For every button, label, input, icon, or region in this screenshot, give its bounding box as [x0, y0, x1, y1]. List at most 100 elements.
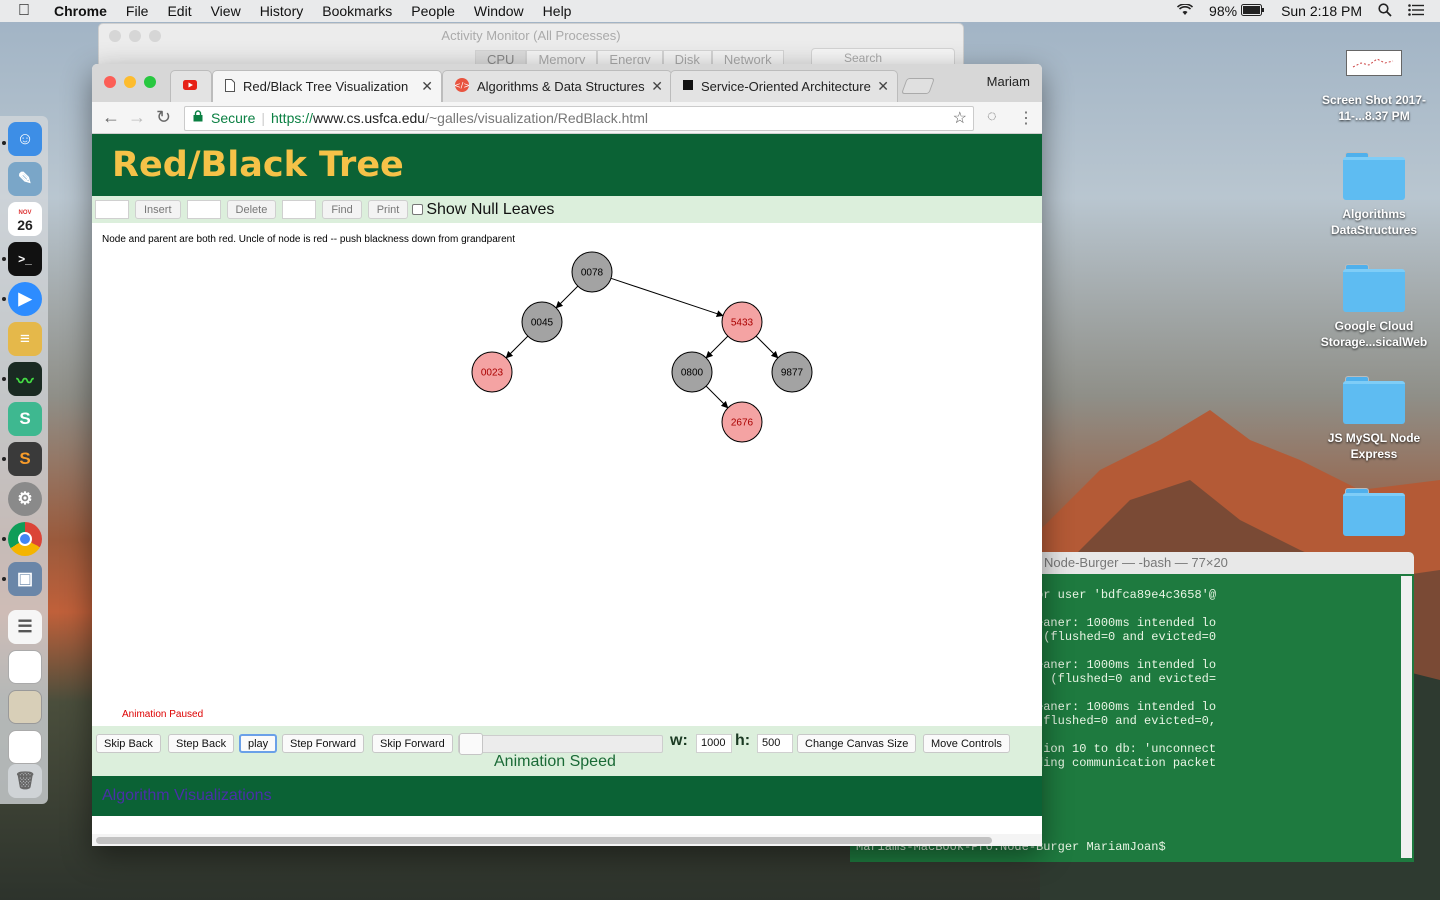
- tab-youtube[interactable]: [170, 70, 212, 102]
- scrollbar-thumb[interactable]: [96, 837, 992, 844]
- slack-icon[interactable]: S: [8, 402, 42, 436]
- tree-edge: [505, 335, 529, 359]
- canvas-height-input[interactable]: 500: [757, 734, 793, 753]
- desktop-item-screenshot[interactable]: Screen Shot 2017-11-...8.37 PM: [1315, 50, 1433, 124]
- back-arrow-icon[interactable]: ←: [102, 107, 120, 128]
- find-button[interactable]: Find: [322, 200, 362, 219]
- print-button[interactable]: Print: [367, 200, 409, 219]
- desktop-item-folder[interactable]: [1315, 488, 1433, 542]
- menu-people[interactable]: People: [411, 3, 455, 19]
- desktop-item-folder-google-cloud[interactable]: Google Cloud Storage...sicalWeb: [1315, 264, 1433, 350]
- change-canvas-size-button[interactable]: Change Canvas Size: [797, 734, 917, 753]
- document-icon[interactable]: ☰: [8, 610, 42, 644]
- dock-running-indicator: [2, 457, 6, 461]
- new-tab-button[interactable]: [901, 78, 935, 94]
- desktop-item-folder-js-mysql[interactable]: JS MySQL Node Express: [1315, 376, 1433, 462]
- horizontal-scrollbar[interactable]: [92, 834, 1042, 846]
- activity-monitor-icon[interactable]: 〰: [8, 362, 42, 396]
- reload-icon[interactable]: ↻: [156, 107, 171, 128]
- dock: ☺ ✎ NOV 26 >_ ▶ ≡ 〰 S S ⚙ ▣ ☰ 🗑: [0, 116, 48, 804]
- screenshot-thumb-icon[interactable]: [8, 650, 42, 684]
- close-window-button[interactable]: [104, 76, 116, 88]
- notification-center-icon[interactable]: [1408, 3, 1424, 19]
- zoom-window-button[interactable]: [144, 76, 156, 88]
- trash-icon[interactable]: 🗑: [8, 764, 42, 798]
- forward-arrow-icon[interactable]: →: [128, 107, 146, 128]
- animation-speed-slider[interactable]: [458, 733, 663, 755]
- delete-input[interactable]: [186, 200, 221, 219]
- show-null-leaves-checkbox[interactable]: [412, 204, 424, 215]
- spotlight-search-icon[interactable]: [1378, 2, 1392, 20]
- menu-view[interactable]: View: [211, 3, 241, 19]
- insert-button[interactable]: Insert: [135, 200, 181, 219]
- menu-app-name[interactable]: Chrome: [54, 3, 107, 19]
- find-input[interactable]: [282, 200, 317, 219]
- tree-node-5433: 5433: [721, 301, 763, 343]
- move-controls-button[interactable]: Move Controls: [923, 734, 1010, 753]
- step-forward-button[interactable]: Step Forward: [282, 734, 365, 753]
- clock[interactable]: Sun 2:18 PM: [1281, 3, 1362, 19]
- folder-icon: [1343, 152, 1405, 200]
- tab-algorithms[interactable]: </> Algorithms & Data Structures ✕: [442, 70, 672, 102]
- close-icon[interactable]: ✕: [877, 78, 889, 95]
- step-back-button[interactable]: Step Back: [168, 734, 235, 753]
- address-bar[interactable]: Secure | https:// www.cs.usfca.edu /~gal…: [184, 106, 974, 131]
- menu-history[interactable]: History: [260, 3, 304, 19]
- apple-menu-icon[interactable]: : [18, 2, 40, 20]
- canvas-width-input[interactable]: 1000: [696, 734, 732, 753]
- sublime-text-icon[interactable]: S: [8, 442, 42, 476]
- zoom-icon[interactable]: ▶: [8, 282, 42, 316]
- menu-window[interactable]: Window: [474, 3, 524, 19]
- bookmark-star-icon[interactable]: ☆: [953, 107, 967, 130]
- visualization-canvas[interactable]: Node and parent are both red. Uncle of n…: [92, 223, 1042, 726]
- page-icon: [225, 78, 235, 95]
- finder-icon[interactable]: ☺: [8, 122, 42, 156]
- algorithm-controls: Insert Delete Find Print Show Null Leave…: [92, 196, 1042, 223]
- play-button[interactable]: play: [239, 734, 278, 753]
- folder-thumb-icon[interactable]: [8, 690, 42, 724]
- tree-node-0800: 0800: [671, 351, 713, 393]
- tree-node-0078: 0078: [571, 251, 613, 293]
- chrome-window: Red/Black Tree Visualization ✕ </> Algor…: [92, 64, 1042, 846]
- insert-input[interactable]: [95, 200, 129, 219]
- close-icon[interactable]: ✕: [421, 78, 433, 95]
- browser-toolbar: ← → ↻ Secure | https:// www.cs.usfca.edu…: [92, 102, 1042, 134]
- slider-thumb[interactable]: [459, 733, 483, 755]
- chrome-icon[interactable]: [8, 522, 42, 556]
- delete-button[interactable]: Delete: [226, 200, 277, 219]
- minimize-window-button[interactable]: [124, 76, 136, 88]
- close-icon[interactable]: ✕: [651, 78, 663, 95]
- footer-link[interactable]: Algorithm Visualizations: [92, 776, 1042, 816]
- image-capture-icon[interactable]: ▣: [8, 562, 42, 596]
- window-controls: [104, 76, 156, 88]
- activity-monitor-title: Activity Monitor (All Processes): [441, 28, 621, 43]
- wifi-icon[interactable]: [1176, 3, 1194, 19]
- dock-running-indicator: [2, 377, 6, 381]
- database-icon[interactable]: ≡: [8, 322, 42, 356]
- terminal-icon[interactable]: >_: [8, 242, 42, 276]
- preview-icon[interactable]: ✎: [8, 162, 42, 196]
- menu-help[interactable]: Help: [543, 3, 572, 19]
- battery-percent[interactable]: 98%: [1209, 3, 1237, 19]
- terminal-scrollbar[interactable]: [1401, 576, 1412, 858]
- desktop-item-folder-algorithms[interactable]: Algorithms DataStructures: [1315, 152, 1433, 238]
- tab-service-oriented[interactable]: Service-Oriented Architecture ✕: [670, 70, 898, 102]
- tab-label: Service-Oriented Architecture: [701, 79, 871, 94]
- battery-icon[interactable]: [1241, 3, 1265, 19]
- skip-forward-button[interactable]: Skip Forward: [372, 734, 453, 753]
- extension-icon[interactable]: ◌: [987, 108, 997, 126]
- system-preferences-icon[interactable]: ⚙: [8, 482, 42, 516]
- site-header: Red/Black Tree: [92, 134, 1042, 196]
- tab-red-black-tree[interactable]: Red/Black Tree Visualization ✕: [212, 70, 442, 102]
- folder-icon: [1343, 264, 1405, 312]
- menu-bookmarks[interactable]: Bookmarks: [322, 3, 392, 19]
- dock-running-indicator: [2, 297, 6, 301]
- tree-edge: [755, 335, 779, 359]
- menu-file[interactable]: File: [126, 3, 149, 19]
- skip-back-button[interactable]: Skip Back: [96, 734, 161, 753]
- profile-name[interactable]: Mariam: [987, 74, 1030, 89]
- calendar-icon[interactable]: NOV 26: [8, 202, 42, 236]
- menu-edit[interactable]: Edit: [167, 3, 191, 19]
- file-thumb-icon[interactable]: [8, 730, 42, 764]
- menu-dots-icon[interactable]: ⋮: [1018, 108, 1034, 128]
